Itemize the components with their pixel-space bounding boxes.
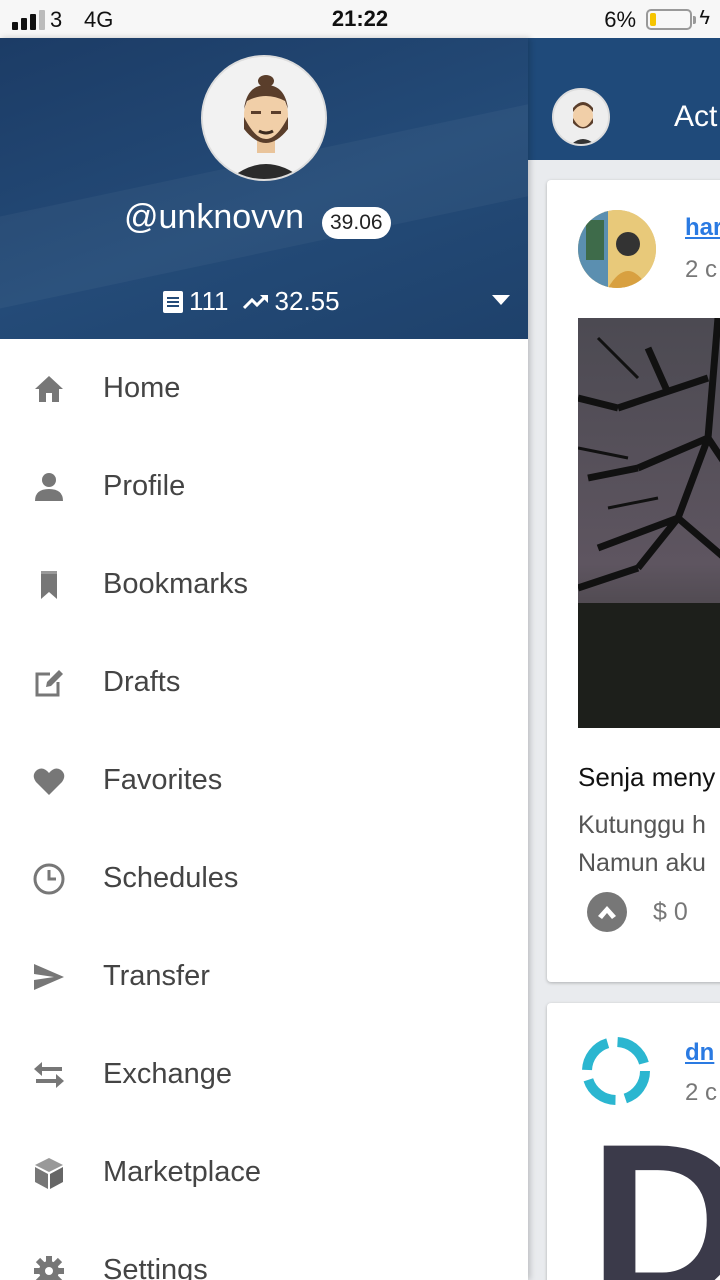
avatar[interactable] xyxy=(552,88,610,146)
page-title: Act xyxy=(674,100,718,133)
menu-item-label: Favorites xyxy=(103,764,223,796)
bookmark-icon xyxy=(41,571,57,599)
heart-icon xyxy=(33,768,65,795)
battery-icon xyxy=(646,9,696,30)
drawer-menu: Home Profile Bookmarks Drafts Favorites … xyxy=(0,339,528,1280)
menu-item-settings[interactable]: Settings xyxy=(0,1221,528,1280)
clock-icon xyxy=(33,863,65,895)
menu-item-drafts[interactable]: Drafts xyxy=(0,633,528,731)
edit-icon xyxy=(35,670,63,697)
reputation-badge: 39.06 xyxy=(322,207,391,239)
post-card[interactable]: dn 2 c D xyxy=(547,1003,720,1280)
menu-item-label: Settings xyxy=(103,1254,208,1280)
menu-item-label: Marketplace xyxy=(103,1156,261,1188)
person-icon xyxy=(35,473,63,501)
menu-item-label: Exchange xyxy=(103,1058,232,1090)
send-icon xyxy=(34,964,64,990)
upvote-icon[interactable] xyxy=(587,892,627,932)
menu-item-home[interactable]: Home xyxy=(0,339,528,437)
menu-item-label: Bookmarks xyxy=(103,568,249,600)
post-card[interactable]: har 2 c Senja meny Kutunggu h Namun aku … xyxy=(547,180,720,982)
chevron-down-icon[interactable] xyxy=(492,295,510,305)
menu-item-marketplace[interactable]: Marketplace xyxy=(0,1123,528,1221)
menu-item-exchange[interactable]: Exchange xyxy=(0,1025,528,1123)
menu-item-transfer[interactable]: Transfer xyxy=(0,927,528,1025)
gear-icon xyxy=(34,1256,64,1280)
menu-item-bookmarks[interactable]: Bookmarks xyxy=(0,535,528,633)
menu-item-label: Home xyxy=(103,372,181,404)
drawer-header: @unknovvn 39.06 111 32.55 xyxy=(0,38,528,339)
post-title[interactable]: Senja meny xyxy=(578,762,715,793)
posts-icon xyxy=(163,290,183,313)
account-stats: 111 32.55 xyxy=(163,286,340,317)
post-image-letter: D xyxy=(589,1098,720,1280)
post-count: 111 xyxy=(189,286,229,316)
feed-header: Act xyxy=(528,38,720,160)
trending-up-icon xyxy=(242,294,268,309)
menu-item-label: Drafts xyxy=(103,666,181,698)
post-time: 2 c xyxy=(685,256,718,283)
menu-item-label: Transfer xyxy=(103,960,210,992)
username[interactable]: @unknovvn xyxy=(124,198,304,237)
exchange-icon xyxy=(34,1062,64,1088)
navigation-drawer: @unknovvn 39.06 111 32.55 Home Profile B… xyxy=(0,38,528,1280)
menu-item-label: Schedules xyxy=(103,862,239,894)
author-link[interactable]: dn xyxy=(685,1039,714,1067)
menu-item-profile[interactable]: Profile xyxy=(0,437,528,535)
battery-percent: 6% xyxy=(604,7,636,32)
menu-item-schedules[interactable]: Schedules xyxy=(0,829,528,927)
post-image[interactable] xyxy=(578,318,720,728)
user-avatar[interactable] xyxy=(201,55,327,181)
voting-power: 32.55 xyxy=(274,286,340,316)
payout-value: $ 0 xyxy=(653,898,688,926)
charging-icon: ϟ xyxy=(699,7,710,29)
author-link[interactable]: har xyxy=(685,214,720,242)
home-icon xyxy=(35,376,63,402)
cube-icon xyxy=(35,1158,63,1189)
author-avatar[interactable] xyxy=(578,210,656,288)
menu-item-favorites[interactable]: Favorites xyxy=(0,731,528,829)
status-bar: 3 4G 21:22 6% ϟ xyxy=(0,0,720,38)
menu-item-label: Profile xyxy=(103,470,186,502)
post-excerpt: Kutunggu h Namun aku xyxy=(578,811,706,877)
